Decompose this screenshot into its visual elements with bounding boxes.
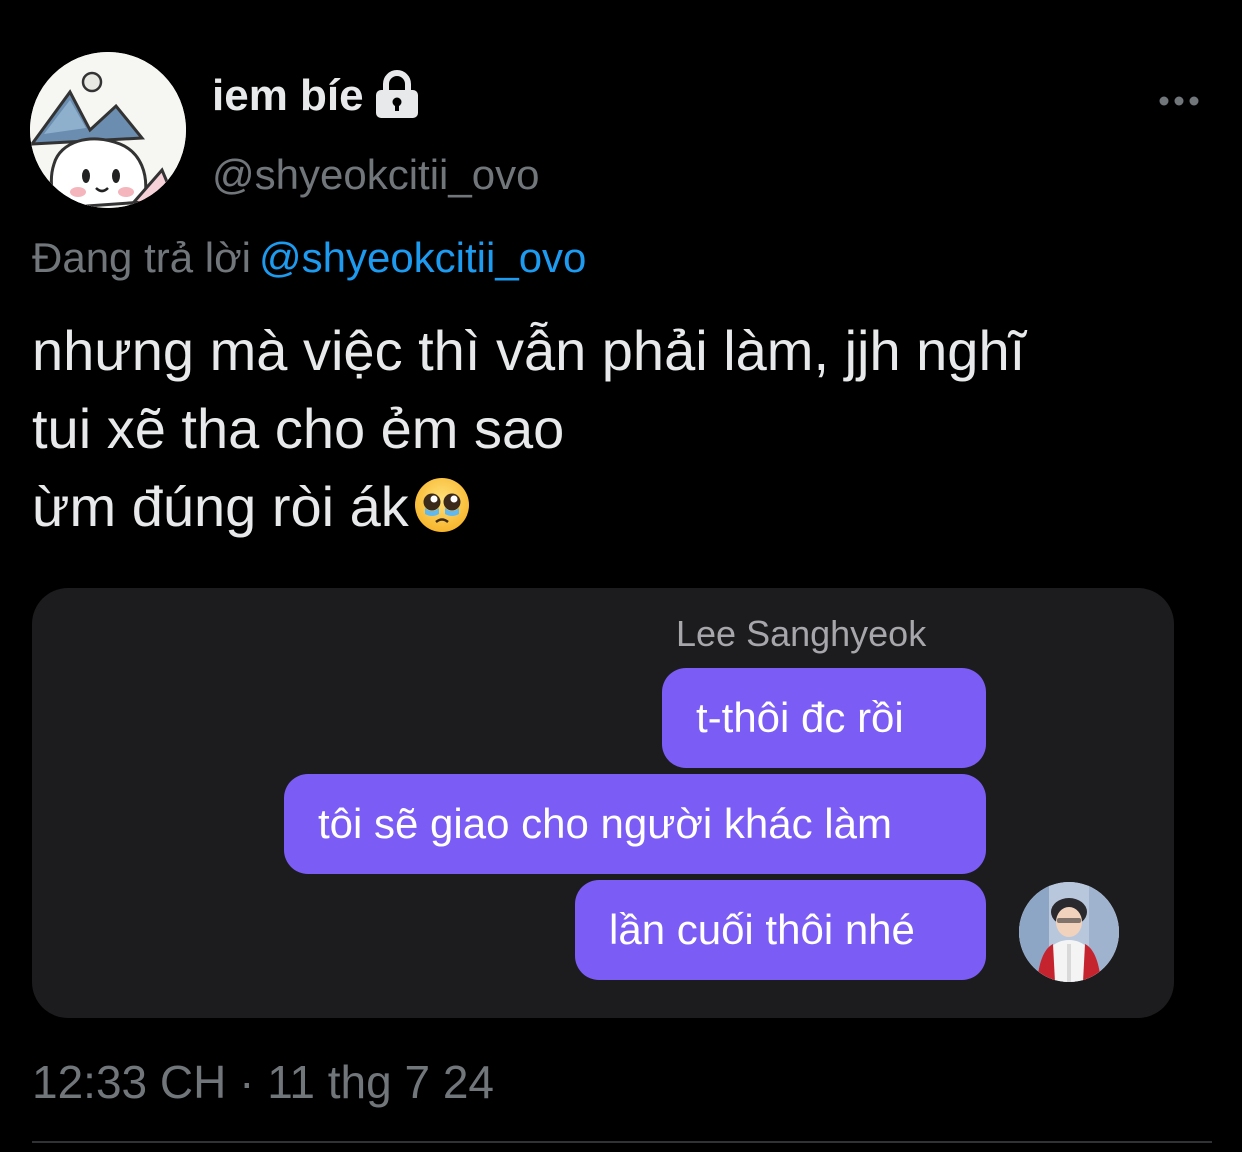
author-display-name-row[interactable]: iem bíe: [212, 70, 420, 122]
tweet-line: tui xẽ tha cho ẻm sao: [32, 397, 565, 460]
chat-message-bubble: tôi sẽ giao cho người khác làm: [284, 774, 986, 874]
tweet-line: nhưng mà việc thì vẫn phải làm, jjh nghĩ: [32, 319, 1026, 382]
chat-sender-name: Lee Sanghyeok: [676, 613, 927, 654]
author-handle[interactable]: @shyeokcitii_ovo: [212, 150, 539, 200]
tweet-line: ừm đúng ròi ák: [32, 475, 409, 538]
chat-message-bubble: t-thôi đc rồi: [662, 668, 986, 768]
reply-context: Đang trả lời @shyeokcitii_ovo: [32, 232, 586, 284]
tweet-line-with-emoji: ừm đúng ròi ák: [32, 468, 1222, 546]
reply-prefix: Đang trả lời: [32, 234, 251, 281]
person-photo-avatar-icon: [1019, 882, 1119, 982]
more-options-icon[interactable]: [1150, 86, 1210, 116]
lock-icon: [374, 70, 420, 118]
chat-message-bubble: lần cuối thôi nhé: [575, 880, 986, 980]
tweet-text: nhưng mà việc thì vẫn phải làm, jjh nghĩ…: [32, 312, 1222, 546]
divider: [32, 1141, 1212, 1143]
cartoon-character-avatar-icon: [30, 52, 186, 208]
author-display-name[interactable]: iem bíe: [212, 70, 364, 122]
tweet-timestamp[interactable]: 12:33 CH · 11 thg 7 24: [32, 1054, 494, 1110]
author-avatar[interactable]: [30, 52, 186, 208]
reply-mention-link[interactable]: @shyeokcitii_ovo: [259, 234, 586, 281]
pleading-face-tears-icon: [413, 476, 471, 534]
